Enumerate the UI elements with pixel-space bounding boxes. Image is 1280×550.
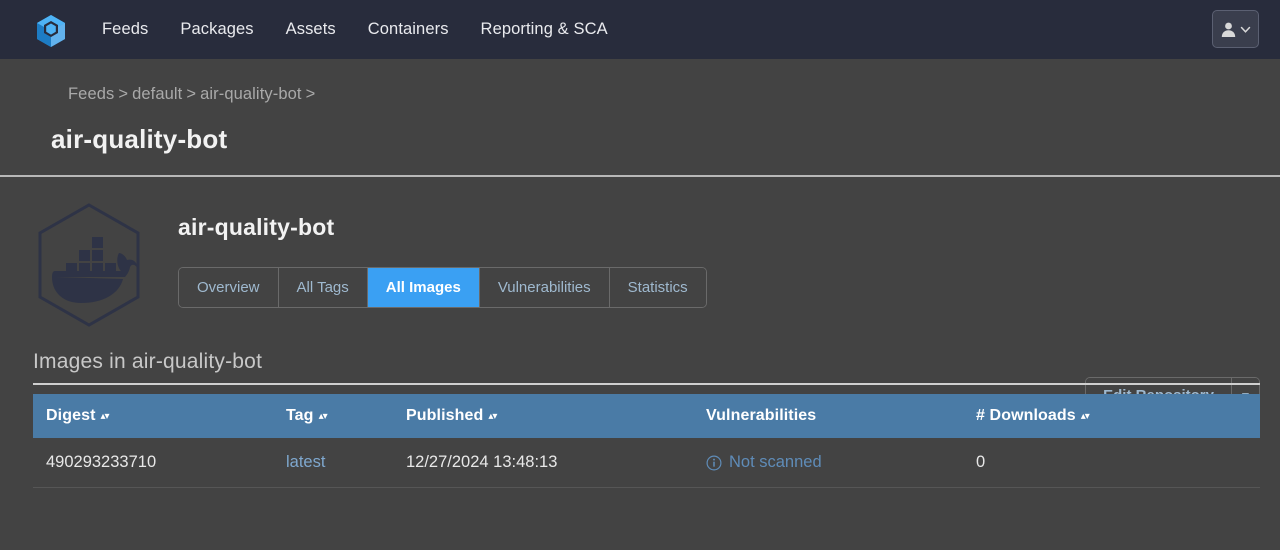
sort-arrows-icon[interactable]: ▴▾ [1081, 411, 1090, 422]
cell-downloads: 0 [963, 438, 1260, 488]
column-header-tag-label: Tag [286, 407, 314, 424]
images-table-body: 490293233710 latest 12/27/2024 13:48:13 … [33, 438, 1260, 488]
page-header: Feeds > default > air-quality-bot > air-quali… [0, 59, 1280, 177]
table-header-row: Digest ▴▾ Tag ▴▾ Published ▴▾ Vulnerabiliti… [33, 394, 1260, 438]
column-header-vulnerabilities[interactable]: Vulnerabilities [693, 394, 963, 438]
sort-arrows-icon[interactable]: ▴▾ [488, 411, 497, 422]
images-table-header: Digest ▴▾ Tag ▴▾ Published ▴▾ Vulnerabiliti… [33, 394, 1260, 438]
column-header-digest-label: Digest [46, 407, 96, 424]
column-header-downloads-label: # Downloads [976, 407, 1076, 424]
info-circle-icon [706, 454, 722, 471]
breadcrumb: Feeds > default > air-quality-bot > [0, 85, 1280, 107]
repository-name: air-quality-bot [178, 214, 335, 240]
nav-link-assets[interactable]: Assets [270, 14, 352, 45]
nav-link-packages[interactable]: Packages [164, 14, 269, 45]
images-table-heading: Images in air-quality-bot [33, 350, 1260, 385]
tab-all-tags[interactable]: All Tags [278, 268, 368, 307]
cell-published: 12/27/2024 13:48:13 [393, 438, 693, 488]
breadcrumb-item-default[interactable]: default [132, 85, 182, 103]
breadcrumb-separator-trailing: > [305, 85, 316, 103]
column-header-vulnerabilities-label: Vulnerabilities [706, 407, 817, 424]
chevron-down-icon [1240, 24, 1251, 35]
column-header-digest[interactable]: Digest ▴▾ [33, 394, 273, 438]
repository-main: air-quality-bot Overview All Tags All Im… [178, 199, 707, 308]
nav-link-reporting-sca[interactable]: Reporting & SCA [465, 14, 624, 45]
tab-statistics[interactable]: Statistics [609, 268, 706, 307]
nav-link-containers[interactable]: Containers [352, 14, 465, 45]
tab-vulnerabilities[interactable]: Vulnerabilities [479, 268, 610, 307]
not-scanned-label: Not scanned [729, 453, 822, 471]
breadcrumb-item-repo[interactable]: air-quality-bot [200, 85, 301, 103]
column-header-published-label: Published [406, 407, 484, 424]
sort-arrows-icon[interactable]: ▴▾ [101, 411, 110, 422]
docker-whale-hexagon-icon [33, 201, 145, 329]
column-header-downloads[interactable]: # Downloads ▴▾ [963, 394, 1260, 438]
cell-tag: latest [273, 438, 393, 488]
nav-link-feeds[interactable]: Feeds [86, 14, 164, 45]
breadcrumb-separator: > [186, 85, 197, 103]
top-navigation-bar: Feeds Packages Assets Containers Reporti… [0, 0, 1280, 59]
images-table-section: Images in air-quality-bot Digest ▴▾ Tag ▴▾… [0, 350, 1280, 488]
images-table: Digest ▴▾ Tag ▴▾ Published ▴▾ Vulnerabiliti… [33, 394, 1260, 488]
user-avatar-icon [1220, 21, 1237, 38]
page-title: air-quality-bot [51, 124, 228, 154]
breadcrumb-separator: > [118, 85, 129, 103]
table-row[interactable]: 490293233710 latest 12/27/2024 13:48:13 … [33, 438, 1260, 488]
tab-overview[interactable]: Overview [179, 268, 279, 307]
primary-nav-links: Feeds Packages Assets Containers Reporti… [86, 14, 624, 45]
column-header-tag[interactable]: Tag ▴▾ [273, 394, 393, 438]
cell-digest: 490293233710 [33, 438, 273, 488]
cell-vulnerabilities: Not scanned [693, 438, 963, 488]
tag-link[interactable]: latest [286, 453, 325, 471]
repository-tabs: Overview All Tags All Images Vulnerabili… [178, 267, 707, 308]
not-scanned-status[interactable]: Not scanned [706, 453, 963, 472]
tab-all-images[interactable]: All Images [367, 268, 480, 307]
cube-logo-icon[interactable] [34, 13, 68, 47]
sort-arrows-icon[interactable]: ▴▾ [319, 411, 328, 422]
breadcrumb-item-feeds[interactable]: Feeds [68, 85, 114, 103]
repository-section: air-quality-bot Overview All Tags All Im… [0, 177, 1280, 415]
user-menu-button[interactable] [1212, 10, 1259, 48]
column-header-published[interactable]: Published ▴▾ [393, 394, 693, 438]
